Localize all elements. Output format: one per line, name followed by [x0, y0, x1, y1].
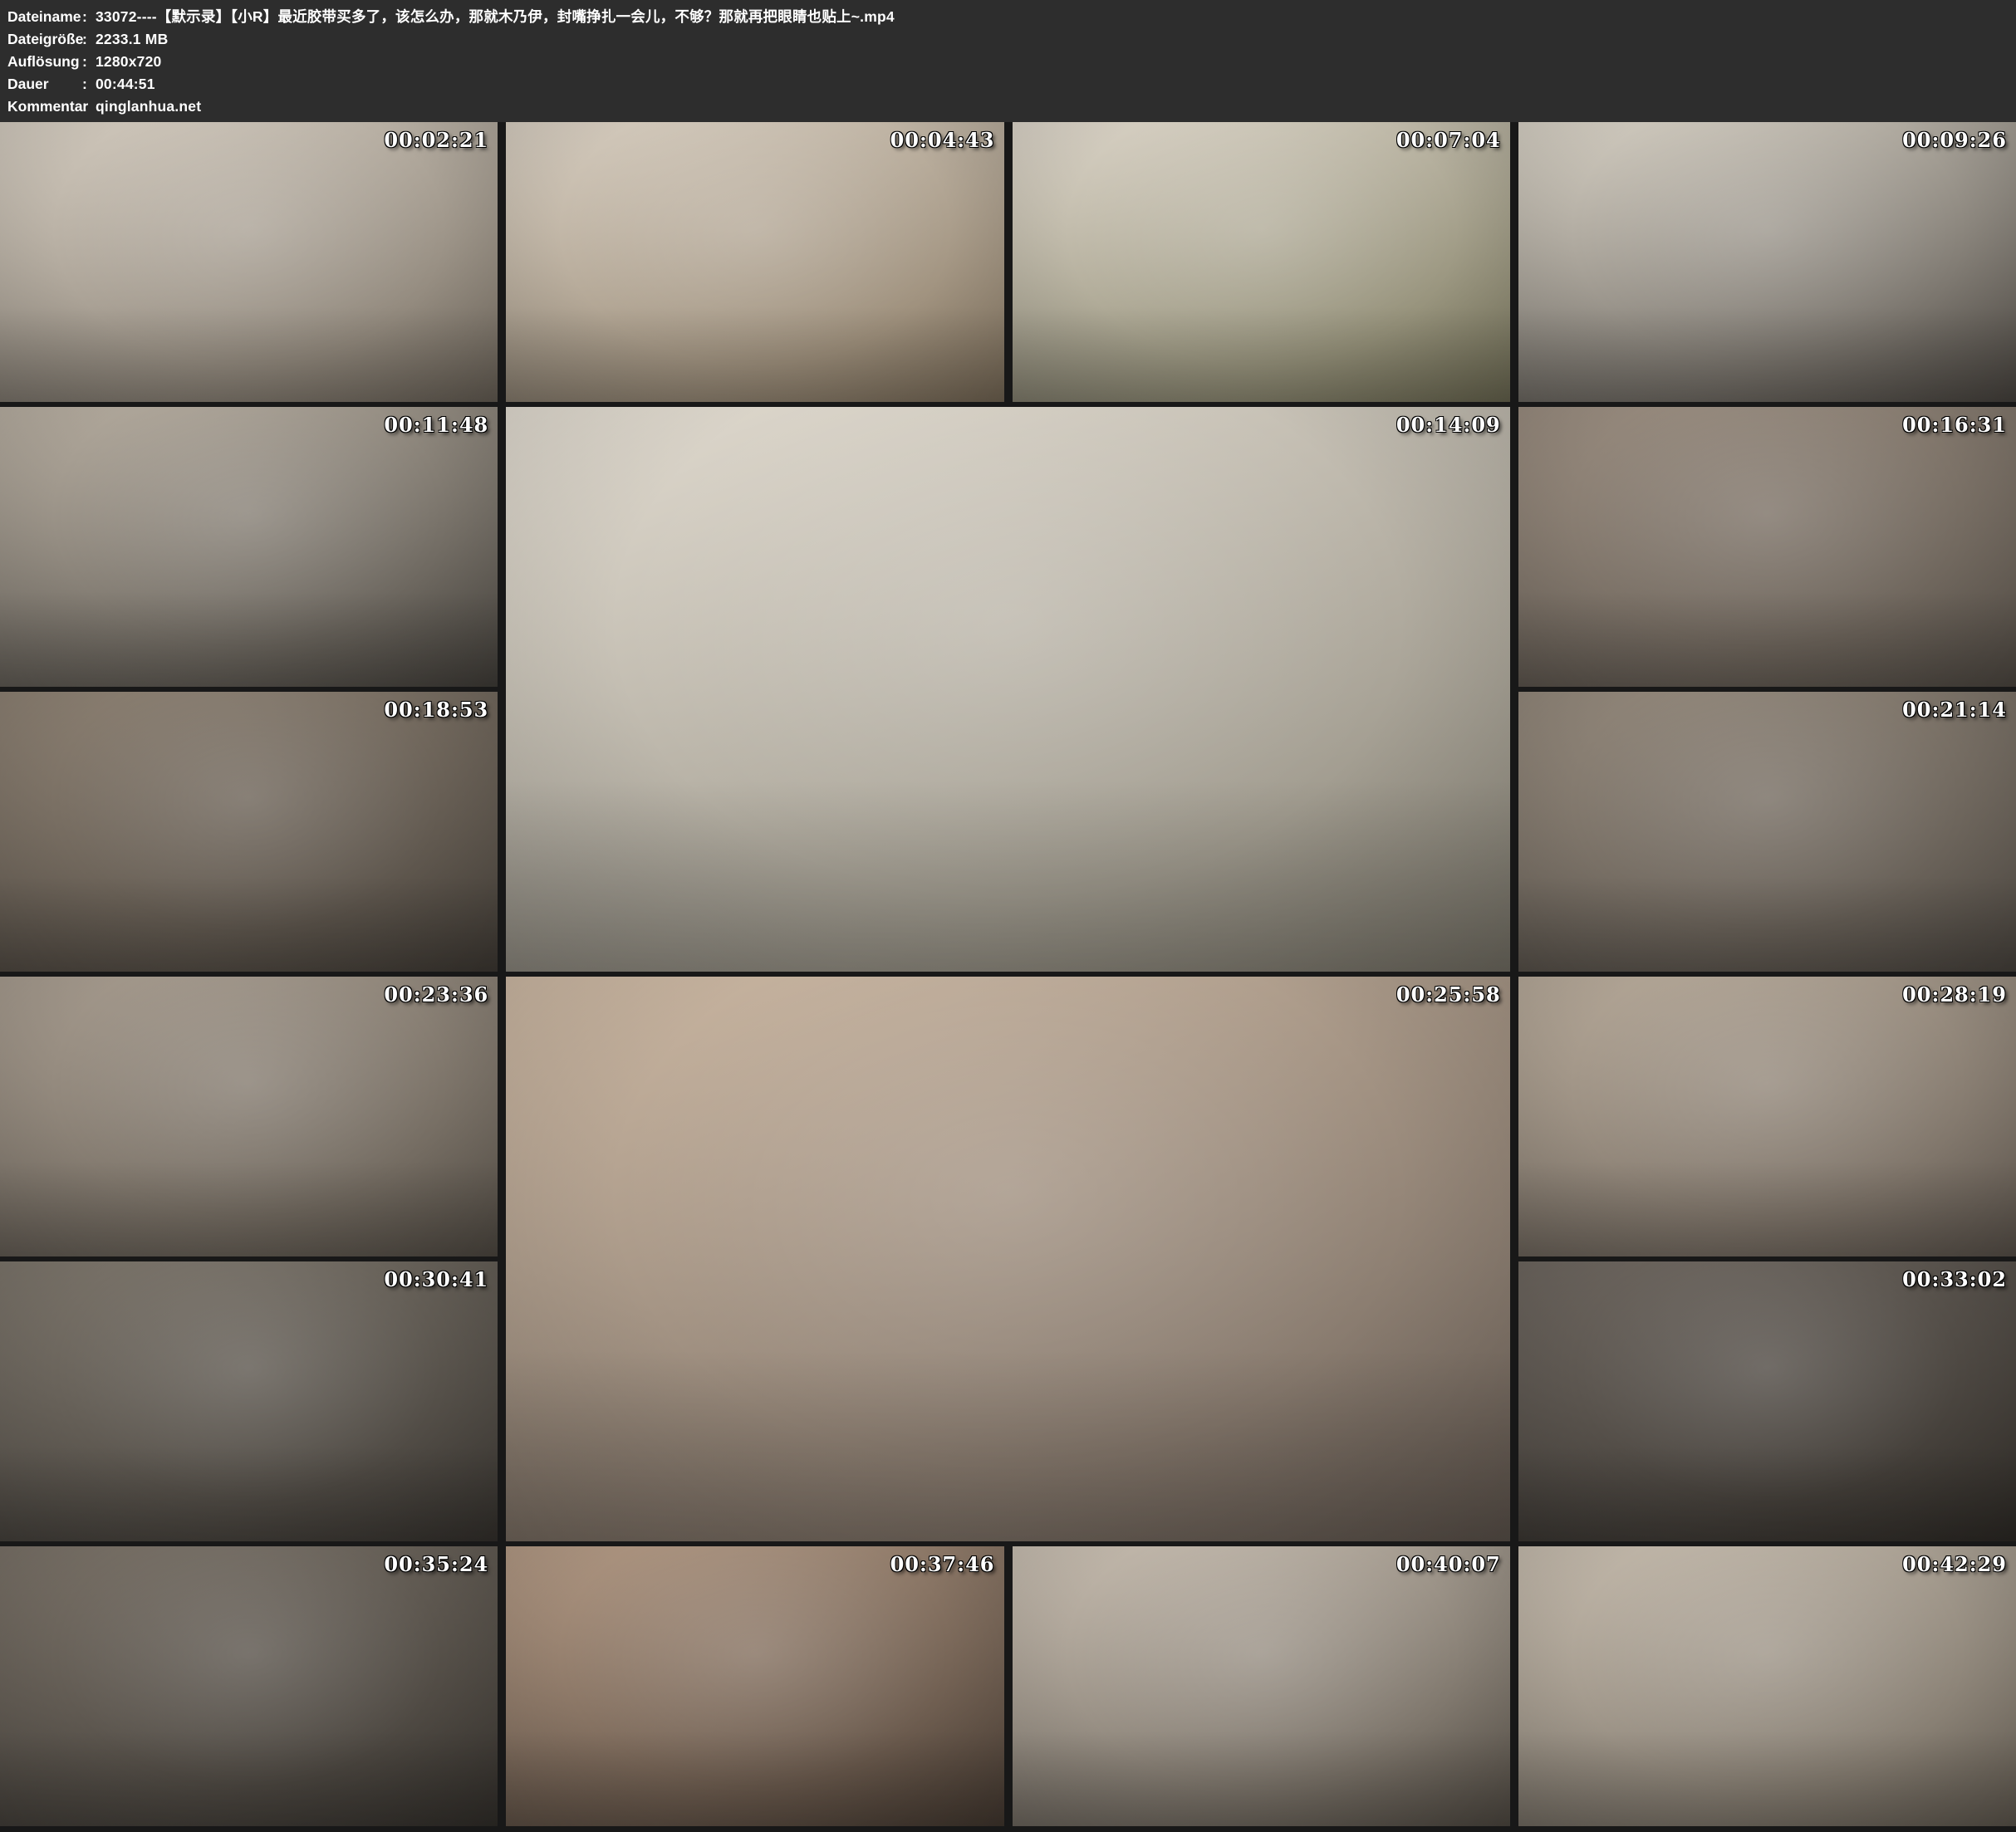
video-thumbnail: 00:25:58	[506, 977, 1510, 1541]
thumbnail-shading	[1013, 306, 1510, 402]
thumbnail-shading	[0, 1161, 498, 1256]
timestamp-overlay: 00:35:24	[384, 1552, 488, 1576]
video-thumbnail: 00:37:46	[506, 1546, 1003, 1826]
metadata-label: Auflösung	[7, 51, 82, 73]
timestamp-overlay: 00:28:19	[1902, 982, 2007, 1007]
metadata-value: qinglanhua.net	[96, 96, 201, 118]
video-thumbnail: 00:42:29	[1518, 1546, 2016, 1826]
video-thumbnail: 00:30:41	[0, 1261, 498, 1541]
metadata-separator: :	[82, 51, 96, 73]
metadata-value: 33072----【默示录】【小R】最近胶带买多了，该怎么办，那就木乃伊，封嘴挣…	[96, 6, 895, 28]
metadata-separator: :	[82, 73, 96, 96]
metadata-separator: :	[82, 28, 96, 51]
thumbnail-shading	[0, 1731, 498, 1826]
timestamp-overlay: 00:14:09	[1396, 413, 1501, 437]
timestamp-overlay: 00:21:14	[1902, 698, 2007, 722]
timestamp-overlay: 00:37:46	[890, 1552, 995, 1576]
timestamp-overlay: 00:33:02	[1902, 1267, 2007, 1291]
video-thumbnail: 00:04:43	[506, 122, 1003, 402]
video-thumbnail: 00:33:02	[1518, 1261, 2016, 1541]
metadata-label: Dateigröße	[7, 28, 82, 51]
thumbnail-shading	[506, 306, 1003, 402]
timestamp-overlay: 00:02:21	[384, 128, 488, 152]
metadata-separator: :	[82, 6, 96, 28]
timestamp-overlay: 00:18:53	[384, 698, 488, 722]
thumbnail-shading	[1013, 1731, 1510, 1826]
video-thumbnail: 00:21:14	[1518, 692, 2016, 972]
video-thumbnail: 00:16:31	[1518, 407, 2016, 687]
timestamp-overlay: 00:11:48	[384, 413, 488, 437]
thumbnail-shading	[1518, 1446, 2016, 1541]
thumbnail-shading	[0, 591, 498, 687]
metadata-row: Dateigröße:2233.1 MB	[7, 28, 2008, 51]
timestamp-overlay: 00:04:43	[890, 128, 995, 152]
video-thumbnail: 00:35:24	[0, 1546, 498, 1826]
thumbnail-shading	[1518, 1161, 2016, 1256]
metadata-row: Kommentar:qinglanhua.net	[7, 96, 2008, 118]
metadata-value: 1280x720	[96, 51, 161, 73]
thumbnail-shading	[506, 780, 1510, 972]
thumbnail-shading	[1518, 591, 2016, 687]
timestamp-overlay: 00:40:07	[1396, 1552, 1501, 1576]
timestamp-overlay: 00:09:26	[1902, 128, 2007, 152]
metadata-row: Dauer:00:44:51	[7, 73, 2008, 96]
video-thumbnail: 00:18:53	[0, 692, 498, 972]
metadata-label: Dateiname	[7, 6, 82, 28]
video-thumbnail: 00:23:36	[0, 977, 498, 1256]
metadata-header: Dateiname:33072----【默示录】【小R】最近胶带买多了，该怎么办…	[0, 0, 2016, 122]
video-thumbnail: 00:09:26	[1518, 122, 2016, 402]
timestamp-overlay: 00:42:29	[1902, 1552, 2007, 1576]
timestamp-overlay: 00:23:36	[384, 982, 488, 1007]
timestamp-overlay: 00:30:41	[384, 1267, 488, 1291]
thumbnail-shading	[1518, 876, 2016, 972]
metadata-label: Dauer	[7, 73, 82, 96]
thumbnail-shading	[506, 1350, 1510, 1541]
thumbnail-shading	[0, 876, 498, 972]
thumbnail-shading	[1518, 1731, 2016, 1826]
video-contact-sheet: { "header": { "fields": [ { "label": "Da…	[0, 0, 2016, 1832]
video-thumbnail: 00:11:48	[0, 407, 498, 687]
thumbnail-shading	[506, 1731, 1003, 1826]
timestamp-overlay: 00:25:58	[1396, 982, 1501, 1007]
video-thumbnail: 00:40:07	[1013, 1546, 1510, 1826]
video-thumbnail: 00:07:04	[1013, 122, 1510, 402]
metadata-separator: :	[82, 96, 96, 118]
thumbnail-shading	[0, 306, 498, 402]
timestamp-overlay: 00:16:31	[1902, 413, 2007, 437]
metadata-row: Auflösung:1280x720	[7, 51, 2008, 73]
video-thumbnail: 00:02:21	[0, 122, 498, 402]
metadata-label: Kommentar	[7, 96, 82, 118]
metadata-value: 00:44:51	[96, 73, 155, 96]
thumbnail-shading	[0, 1446, 498, 1541]
metadata-value: 2233.1 MB	[96, 28, 168, 51]
metadata-row: Dateiname:33072----【默示录】【小R】最近胶带买多了，该怎么办…	[7, 6, 2008, 28]
video-thumbnail: 00:28:19	[1518, 977, 2016, 1256]
thumbnail-grid: 00:02:21 00:04:43 00:07:04 00:09:26 00:11:48…	[0, 122, 2016, 1826]
timestamp-overlay: 00:07:04	[1396, 128, 1501, 152]
thumbnail-shading	[1518, 306, 2016, 402]
video-thumbnail: 00:14:09	[506, 407, 1510, 972]
